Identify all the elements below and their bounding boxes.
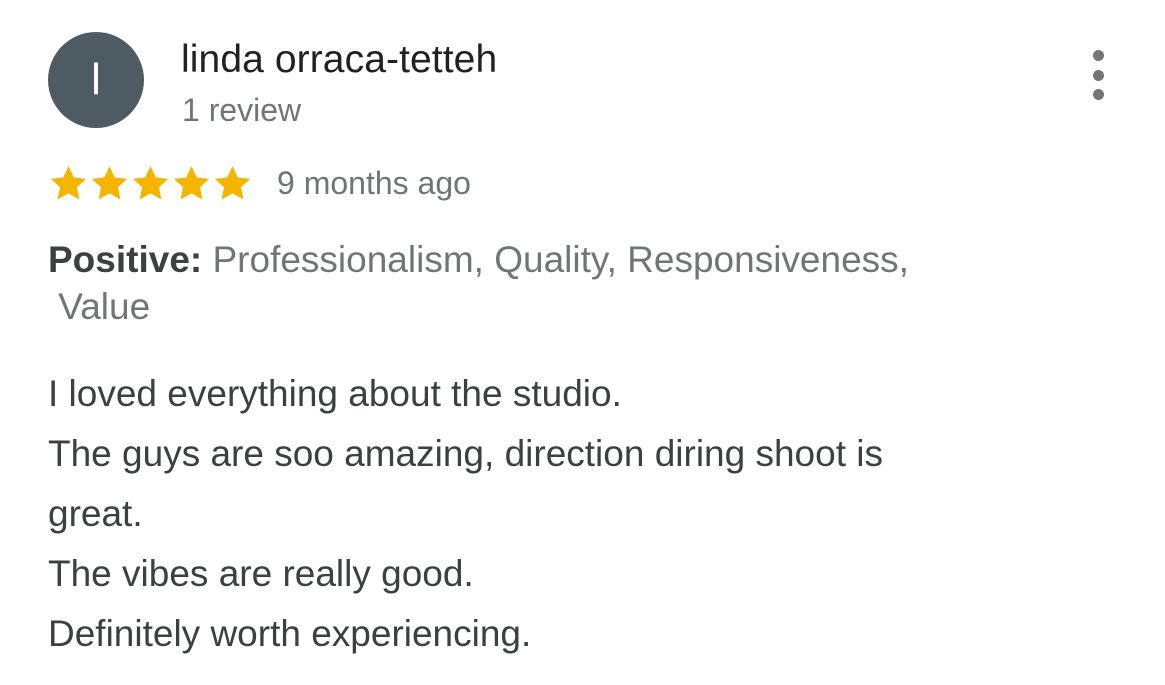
review-card: l linda orraca-tetteh 1 review 9 months …: [0, 0, 1165, 685]
review-timestamp: 9 months ago: [277, 164, 471, 201]
review-text: I loved everything about the studio. The…: [48, 364, 1048, 664]
reviewer-name[interactable]: linda orraca-tetteh: [181, 38, 497, 82]
highlights-values-line2: Value: [48, 286, 151, 327]
star-icon: [89, 163, 130, 204]
highlights-values-line1: Professionalism, Quality, Responsiveness…: [202, 239, 909, 280]
more-vert-icon-dot: [1092, 69, 1104, 81]
avatar[interactable]: l: [48, 32, 144, 128]
star-icon: [130, 163, 171, 204]
star-icon: [171, 163, 212, 204]
review-highlights: Positive: Professionalism, Quality, Resp…: [48, 236, 1048, 330]
review-text-line: great.: [48, 493, 143, 534]
highlights-label: Positive:: [48, 239, 203, 280]
review-text-line: I loved everything about the studio.: [48, 373, 622, 414]
more-vert-icon: [1092, 50, 1104, 61]
review-count: 1 review: [182, 92, 302, 128]
review-text-line: Definitely worth experiencing.: [48, 613, 532, 654]
star-icon: [48, 163, 89, 204]
avatar-initial: l: [91, 55, 101, 104]
star-rating: [48, 163, 253, 204]
review-text-line: The guys are soo amazing, direction diri…: [48, 433, 883, 474]
more-options-button[interactable]: [1082, 50, 1114, 100]
more-vert-icon-dot: [1092, 89, 1104, 100]
star-icon: [212, 163, 253, 204]
rating-row: 9 months ago: [48, 158, 471, 208]
review-text-line: The vibes are really good.: [48, 553, 474, 594]
